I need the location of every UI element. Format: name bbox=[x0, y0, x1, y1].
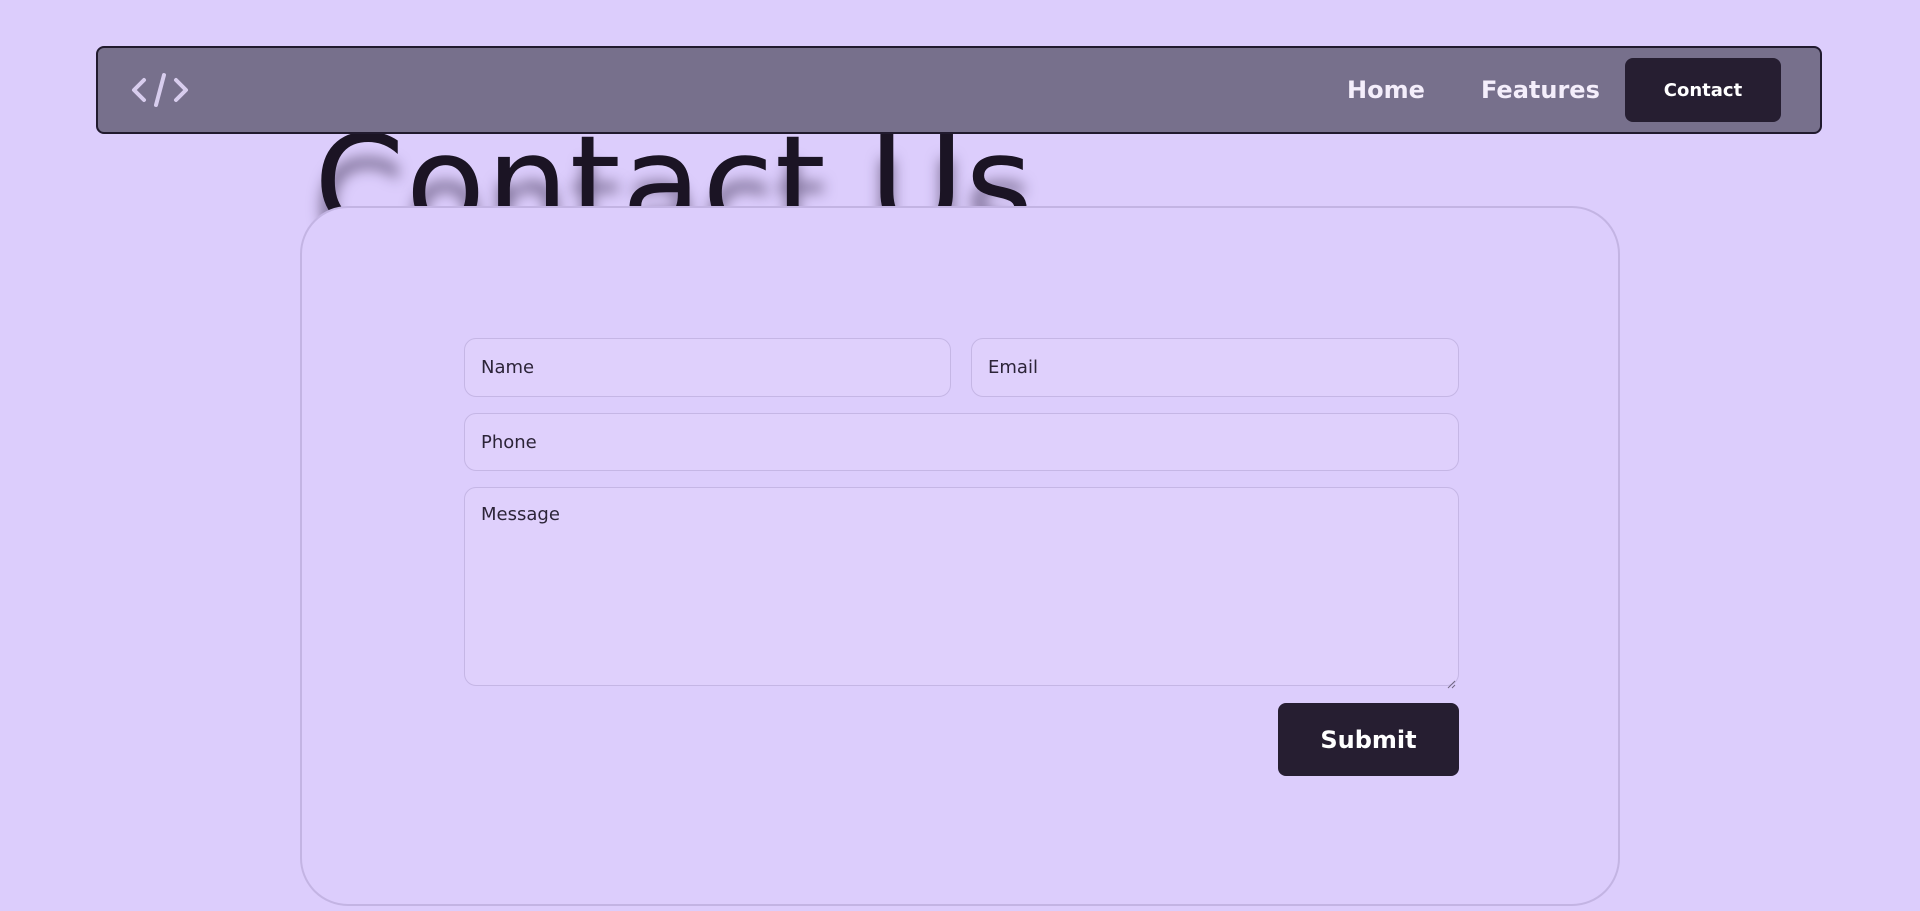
email-field[interactable]: Email bbox=[971, 338, 1459, 397]
submit-button[interactable]: Submit bbox=[1278, 703, 1459, 776]
contact-button[interactable]: Contact bbox=[1625, 58, 1781, 122]
phone-field[interactable]: Phone bbox=[464, 413, 1459, 471]
nav-link-home[interactable]: Home bbox=[1347, 74, 1425, 106]
code-brackets-icon[interactable] bbox=[130, 72, 190, 108]
navbar: Home Features Contact bbox=[96, 46, 1822, 134]
message-textarea[interactable]: Message bbox=[464, 487, 1459, 689]
page: Home Features Contact Contact Us Name Em… bbox=[0, 0, 1920, 911]
nav-link-features[interactable]: Features bbox=[1481, 74, 1600, 106]
contact-form-card: Name Email Phone Message Submit bbox=[300, 206, 1620, 906]
message-placeholder: Message bbox=[481, 504, 560, 525]
name-field[interactable]: Name bbox=[464, 338, 951, 397]
resize-handle-icon[interactable] bbox=[1446, 673, 1456, 689]
